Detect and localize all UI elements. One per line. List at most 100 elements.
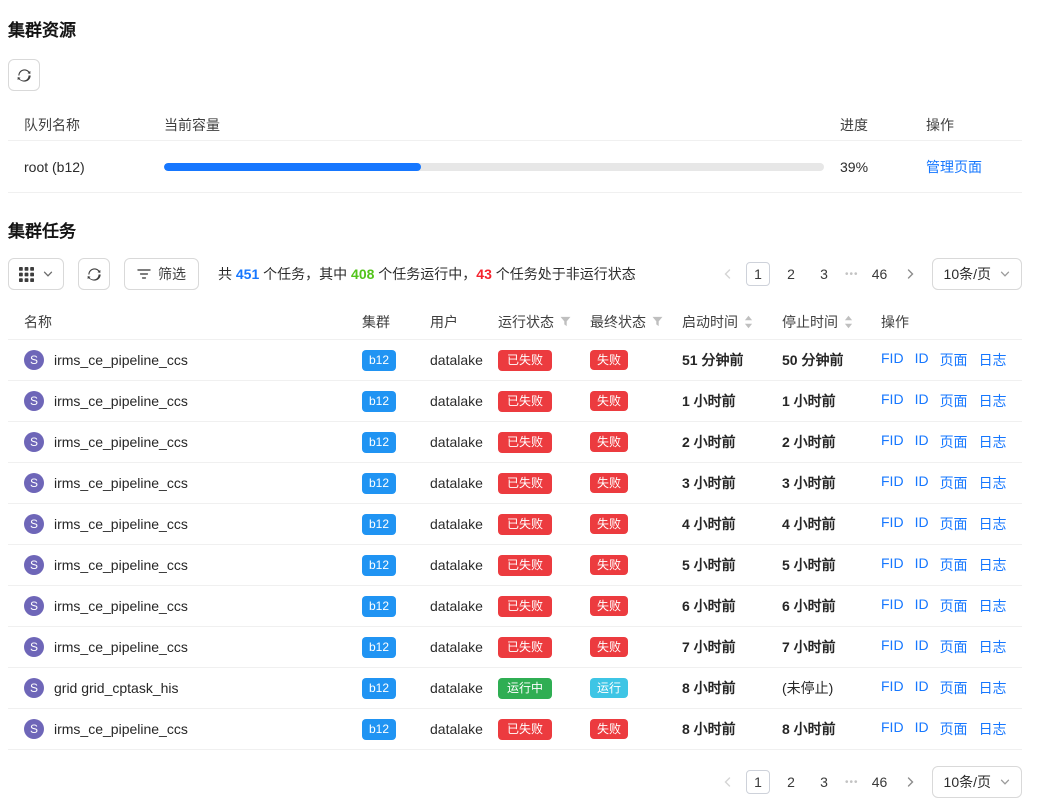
page-button-3[interactable]: 3 — [812, 262, 836, 286]
task-name: irms_ce_pipeline_ccs — [54, 557, 188, 573]
next-page-button[interactable] — [901, 770, 919, 794]
sorter-icon[interactable] — [844, 315, 853, 329]
log-link[interactable]: 日志 — [979, 678, 1007, 698]
column-header-final-status[interactable]: 最终状态 — [590, 312, 682, 332]
table-row: S grid grid_cptask_his b12 datalake 运行中 … — [8, 668, 1022, 709]
name-cell: S irms_ce_pipeline_ccs — [8, 473, 362, 493]
page-link[interactable]: 页面 — [940, 719, 968, 739]
column-label: 启动时间 — [682, 312, 738, 332]
id-link[interactable]: ID — [915, 473, 929, 493]
page-link[interactable]: 页面 — [940, 350, 968, 370]
spark-task-icon: S — [24, 350, 44, 370]
page-button-3[interactable]: 3 — [812, 770, 836, 794]
cluster-badge: b12 — [362, 432, 396, 453]
next-page-button[interactable] — [901, 262, 919, 286]
sync-icon — [87, 267, 102, 282]
sorter-icon[interactable] — [744, 315, 753, 329]
id-link[interactable]: ID — [915, 555, 929, 575]
log-link[interactable]: 日志 — [979, 719, 1007, 739]
summary-text: 个任务，其中 — [259, 266, 351, 282]
fid-link[interactable]: FID — [881, 555, 904, 575]
page-button-1[interactable]: 1 — [746, 262, 770, 286]
column-header-queue: 队列名称 — [8, 115, 148, 135]
log-link[interactable]: 日志 — [979, 391, 1007, 411]
column-header-run-status[interactable]: 运行状态 — [498, 312, 590, 332]
column-settings-button[interactable] — [8, 258, 64, 290]
fid-link[interactable]: FID — [881, 719, 904, 739]
final-status-badge: 失败 — [590, 350, 628, 370]
log-link[interactable]: 日志 — [979, 350, 1007, 370]
total-count: 451 — [236, 266, 259, 282]
name-cell: S irms_ce_pipeline_ccs — [8, 391, 362, 411]
page-link[interactable]: 页面 — [940, 678, 968, 698]
prev-page-button[interactable] — [719, 770, 737, 794]
fid-link[interactable]: FID — [881, 678, 904, 698]
id-link[interactable]: ID — [915, 596, 929, 616]
column-label: 运行状态 — [498, 312, 554, 332]
pagination-bottom: 1 2 3 ••• 46 10条/页 — [719, 766, 1022, 798]
filter-funnel-icon[interactable] — [652, 316, 663, 327]
refresh-tasks-button[interactable] — [78, 258, 110, 290]
stop-time: 8 小时前 — [782, 719, 881, 739]
page-button-1[interactable]: 1 — [746, 770, 770, 794]
page-button-2[interactable]: 2 — [779, 770, 803, 794]
stop-time: (未停止) — [782, 678, 881, 698]
column-header-start-time[interactable]: 启动时间 — [682, 312, 782, 332]
final-status-cell: 失败 — [590, 350, 682, 370]
table-row: S irms_ce_pipeline_ccs b12 datalake 已失败 … — [8, 709, 1022, 750]
page-button-2[interactable]: 2 — [779, 262, 803, 286]
column-header-stop-time[interactable]: 停止时间 — [782, 312, 881, 332]
id-link[interactable]: ID — [915, 514, 929, 534]
fid-link[interactable]: FID — [881, 473, 904, 493]
stop-time: 6 小时前 — [782, 596, 881, 616]
summary-text: 个任务运行中， — [374, 266, 476, 282]
filter-button[interactable]: 筛选 — [124, 258, 199, 290]
refresh-resources-button[interactable] — [8, 59, 40, 91]
page-link[interactable]: 页面 — [940, 637, 968, 657]
prev-page-button[interactable] — [719, 262, 737, 286]
cluster-cell: b12 — [362, 514, 430, 535]
log-link[interactable]: 日志 — [979, 596, 1007, 616]
page-button-46[interactable]: 46 — [868, 262, 892, 286]
page-button-46[interactable]: 46 — [868, 770, 892, 794]
manage-page-link[interactable]: 管理页面 — [926, 159, 982, 175]
task-name: irms_ce_pipeline_ccs — [54, 393, 188, 409]
id-link[interactable]: ID — [915, 719, 929, 739]
page-link[interactable]: 页面 — [940, 432, 968, 452]
name-cell: S irms_ce_pipeline_ccs — [8, 637, 362, 657]
fid-link[interactable]: FID — [881, 391, 904, 411]
id-link[interactable]: ID — [915, 432, 929, 452]
log-link[interactable]: 日志 — [979, 473, 1007, 493]
fid-link[interactable]: FID — [881, 350, 904, 370]
page-link[interactable]: 页面 — [940, 391, 968, 411]
page-link[interactable]: 页面 — [940, 596, 968, 616]
page-link[interactable]: 页面 — [940, 473, 968, 493]
spark-task-icon: S — [24, 473, 44, 493]
id-link[interactable]: ID — [915, 391, 929, 411]
page-link[interactable]: 页面 — [940, 555, 968, 575]
cluster-badge: b12 — [362, 719, 396, 740]
fid-link[interactable]: FID — [881, 596, 904, 616]
spark-task-icon: S — [24, 514, 44, 534]
log-link[interactable]: 日志 — [979, 432, 1007, 452]
page-size-select[interactable]: 10条/页 — [932, 258, 1022, 290]
actions-cell: FID ID 页面 日志 — [881, 637, 1022, 657]
cluster-cell: b12 — [362, 473, 430, 494]
progress-bar — [164, 163, 824, 171]
id-link[interactable]: ID — [915, 678, 929, 698]
page-size-select[interactable]: 10条/页 — [932, 766, 1022, 798]
pagination-ellipsis[interactable]: ••• — [845, 269, 859, 280]
task-rows: S irms_ce_pipeline_ccs b12 datalake 已失败 … — [8, 340, 1022, 750]
id-link[interactable]: ID — [915, 637, 929, 657]
pagination-ellipsis[interactable]: ••• — [845, 777, 859, 788]
log-link[interactable]: 日志 — [979, 555, 1007, 575]
log-link[interactable]: 日志 — [979, 637, 1007, 657]
log-link[interactable]: 日志 — [979, 514, 1007, 534]
fid-link[interactable]: FID — [881, 637, 904, 657]
filter-funnel-icon[interactable] — [560, 316, 571, 327]
fid-link[interactable]: FID — [881, 514, 904, 534]
page-link[interactable]: 页面 — [940, 514, 968, 534]
fid-link[interactable]: FID — [881, 432, 904, 452]
run-status-badge: 已失败 — [498, 473, 552, 494]
id-link[interactable]: ID — [915, 350, 929, 370]
